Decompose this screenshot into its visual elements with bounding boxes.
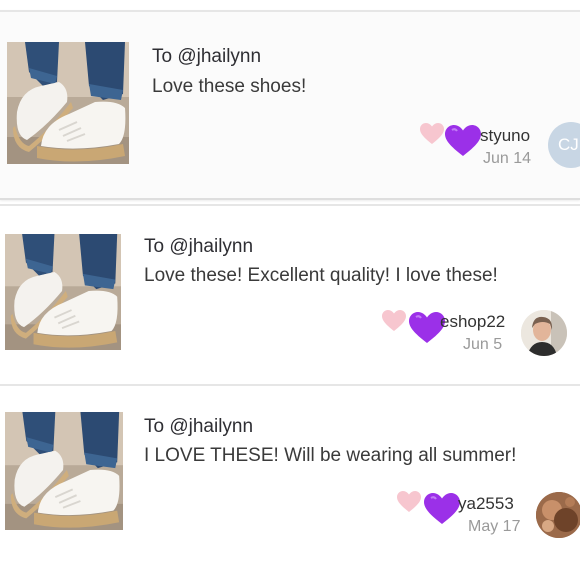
comment-text: Love these! Excellent quality! I love th… — [144, 265, 498, 286]
comment-text: I LOVE THESE! Will be wearing all summer… — [144, 445, 517, 466]
comment-date: Jun 5 — [463, 336, 503, 353]
comment-card: To @jhailynn I LOVE THESE! Will be weari… — [0, 384, 580, 582]
username[interactable]: ya2553 — [458, 494, 514, 514]
comment-text: Love these shoes! — [152, 76, 307, 97]
recipient-line: To @jhailynn — [152, 46, 262, 67]
comment-date: May 17 — [468, 518, 521, 535]
recipient-line: To @jhailynn — [144, 236, 254, 257]
product-thumbnail[interactable] — [5, 234, 121, 350]
product-thumbnail[interactable] — [7, 42, 129, 164]
avatar[interactable] — [536, 492, 580, 538]
comment-date: Jun 14 — [483, 150, 532, 167]
heart-icon[interactable] — [396, 490, 422, 514]
username[interactable]: styuno — [480, 126, 530, 146]
avatar[interactable]: CJ — [548, 122, 580, 168]
recipient-line: To @jhailynn — [144, 416, 254, 437]
comment-card: To @jhailynn Love these! Excellent quali… — [0, 204, 580, 376]
avatar[interactable] — [521, 310, 567, 356]
heart-icon[interactable] — [381, 309, 407, 333]
purple-heart-emoji-icon — [423, 492, 461, 526]
heart-icon[interactable] — [419, 122, 445, 146]
username[interactable]: eshop22 — [440, 312, 505, 332]
product-thumbnail[interactable] — [5, 412, 123, 530]
comment-card: To @jhailynn Love these shoes! styuno Ju… — [0, 10, 580, 200]
purple-heart-emoji-icon — [444, 124, 482, 158]
